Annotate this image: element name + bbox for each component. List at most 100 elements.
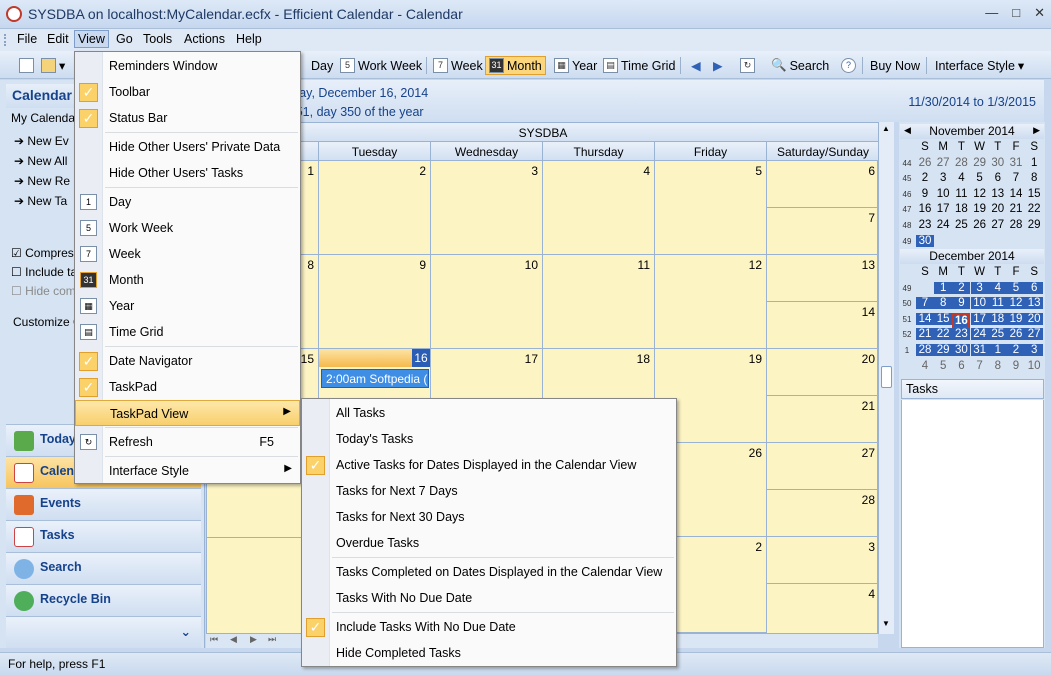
day-cell[interactable]: 6 — [767, 161, 879, 208]
day-cell[interactable]: 11 — [543, 255, 655, 349]
day-cell[interactable]: 9 — [319, 255, 431, 349]
minical-day[interactable]: 5 — [971, 172, 989, 184]
buy-now-button[interactable]: Buy Now — [867, 56, 923, 75]
time-grid-view-button[interactable]: ▤ Time Grid — [600, 56, 678, 75]
new-all-day-link[interactable]: ➔ New All — [14, 154, 67, 168]
minical-day[interactable]: 29 — [971, 157, 989, 169]
menu-active-tasks[interactable]: ✓ Active Tasks for Dates Displayed in the… — [302, 452, 676, 478]
minical-day[interactable]: 11 — [952, 188, 970, 200]
minical-day[interactable]: 29 — [934, 344, 953, 356]
work-week-view-button[interactable]: 5 Work Week — [337, 56, 425, 75]
new-button[interactable] — [16, 56, 37, 75]
minical-day[interactable]: 1 — [934, 281, 953, 294]
menu-week[interactable]: 7 Week — [75, 241, 300, 267]
menu-tasks-no-due-date[interactable]: Tasks With No Due Date — [302, 585, 676, 611]
menu-status-bar[interactable]: ✓ Status Bar — [75, 105, 300, 131]
day-cell[interactable]: 12 — [655, 255, 767, 349]
minical-day[interactable]: 31 — [970, 344, 989, 356]
minical-day[interactable]: 2 — [916, 172, 934, 184]
customize-link[interactable]: Customize C — [13, 315, 82, 329]
refresh-button[interactable]: ↻ — [737, 56, 758, 75]
prev-page-icon[interactable]: ◀ — [230, 634, 237, 645]
menu-include-no-due-date[interactable]: ✓ Include Tasks With No Due Date — [302, 614, 676, 640]
minical-day[interactable]: 2 — [952, 281, 971, 294]
minical-day[interactable]: 5 — [934, 360, 952, 372]
minical-day[interactable]: 9 — [916, 188, 934, 200]
minical-day[interactable]: 1 — [988, 344, 1007, 356]
minical-day[interactable]: 4 — [988, 281, 1007, 294]
prev-month-icon[interactable]: ◀ — [904, 125, 911, 136]
menu-work-week[interactable]: 5 Work Week — [75, 215, 300, 241]
first-page-icon[interactable]: ⏮ — [210, 634, 218, 645]
minical-day[interactable]: 13 — [1025, 297, 1044, 310]
menu-todays-tasks[interactable]: Today's Tasks — [302, 426, 676, 452]
minical-day[interactable]: 31 — [1007, 157, 1025, 169]
minical-day[interactable]: 28 — [1007, 219, 1025, 231]
minical-day[interactable]: 23 — [916, 219, 934, 231]
minical-day[interactable]: 10 — [934, 188, 952, 200]
minical-day[interactable]: 19 — [1007, 312, 1025, 325]
calendar-vertical-scrollbar[interactable]: ▲ ▼ — [878, 122, 894, 634]
menu-hide-other-tasks[interactable]: Hide Other Users' Tasks — [75, 160, 300, 186]
minical-day[interactable]: 27 — [989, 219, 1007, 231]
minical-day[interactable]: 30 — [916, 234, 934, 247]
menu-overdue-tasks[interactable]: Overdue Tasks — [302, 530, 676, 556]
menu-month[interactable]: 31 Month — [75, 267, 300, 293]
scrollbar-thumb[interactable] — [881, 366, 892, 388]
open-button[interactable]: ▾ — [38, 56, 68, 75]
menu-year[interactable]: ▦ Year — [75, 293, 300, 319]
minical-day[interactable]: 17 — [970, 312, 989, 325]
minical-day[interactable]: 7 — [1007, 172, 1025, 184]
minical-day[interactable]: 10 — [970, 297, 989, 310]
minical-day[interactable]: 9 — [952, 297, 971, 310]
minical-day[interactable]: 26 — [916, 157, 934, 169]
minical-day[interactable]: 10 — [1025, 360, 1043, 372]
minical-day[interactable]: 5 — [1007, 281, 1025, 294]
close-icon[interactable]: ✕ — [1034, 5, 1045, 21]
minical-day[interactable]: 16 — [916, 203, 934, 215]
menu-refresh[interactable]: ↻ Refresh F5 — [75, 429, 300, 455]
minical-day[interactable]: 23 — [952, 328, 971, 341]
menu-hide-completed[interactable]: Hide Completed Tasks — [302, 640, 676, 666]
previous-arrow-icon[interactable]: ◀ — [688, 56, 704, 75]
include-tasks-checkbox[interactable]: ☐ Include ta — [11, 265, 77, 279]
minical-day[interactable]: 15 — [1025, 188, 1043, 200]
day-cell[interactable]: 3 — [767, 537, 879, 584]
next-arrow-icon[interactable]: ▶ — [710, 56, 726, 75]
minical-day[interactable]: 29 — [1025, 219, 1043, 231]
minical-day[interactable]: 11 — [988, 297, 1007, 310]
minical-day[interactable]: 9 — [1007, 360, 1025, 372]
minical-day[interactable]: 19 — [971, 203, 989, 215]
day-cell[interactable]: 4 — [767, 584, 879, 633]
menu-time-grid[interactable]: ▤ Time Grid — [75, 319, 300, 345]
minical-day[interactable]: 21 — [1007, 203, 1025, 215]
menu-hide-private-data[interactable]: Hide Other Users' Private Data — [75, 134, 300, 160]
day-cell[interactable]: 14 — [767, 302, 879, 349]
menu-tools[interactable]: Tools — [140, 32, 175, 46]
minical-day[interactable]: 15 — [934, 312, 953, 325]
menu-file[interactable]: File — [14, 32, 40, 46]
minical-day[interactable]: 1 — [1025, 157, 1043, 169]
menu-day[interactable]: 1 Day — [75, 189, 300, 215]
minical-day[interactable]: 18 — [988, 312, 1007, 325]
minical-day[interactable]: 17 — [934, 203, 952, 215]
next-month-icon[interactable]: ▶ — [1033, 125, 1040, 136]
minical-day[interactable]: 30 — [952, 344, 971, 356]
day-cell[interactable]: 3 — [431, 161, 543, 255]
minical-day[interactable]: 24 — [970, 328, 989, 341]
minical-day[interactable]: 20 — [989, 203, 1007, 215]
menu-tasks-next-7[interactable]: Tasks for Next 7 Days — [302, 478, 676, 504]
nav-search[interactable]: Search — [6, 552, 201, 584]
minical-day[interactable]: 3 — [1025, 344, 1044, 356]
day-cell[interactable]: 4 — [543, 161, 655, 255]
minical-day[interactable]: 8 — [989, 360, 1007, 372]
menu-toolbar[interactable]: ✓ Toolbar — [75, 79, 300, 105]
day-cell[interactable]: 21 — [767, 396, 879, 443]
minical-day[interactable]: 20 — [1025, 312, 1044, 325]
menu-go[interactable]: Go — [113, 32, 136, 46]
minical-day[interactable]: 14 — [1007, 188, 1025, 200]
minical-day[interactable]: 26 — [971, 219, 989, 231]
menu-tasks-next-30[interactable]: Tasks for Next 30 Days — [302, 504, 676, 530]
minical-day[interactable]: 18 — [952, 203, 970, 215]
month-view-button[interactable]: 31 Month — [485, 56, 546, 75]
